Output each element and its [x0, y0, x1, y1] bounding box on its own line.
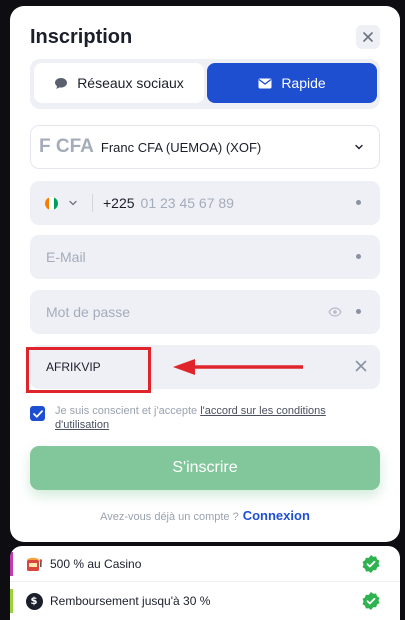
signup-method-tabs: Réseaux sociaux Rapide — [30, 59, 380, 109]
checkmark-icon — [32, 409, 43, 418]
required-dot-icon — [356, 200, 361, 205]
coin-icon: $ — [24, 591, 44, 611]
bonus-item-cashback[interactable]: $ Remboursement jusqu'à 30 % — [10, 583, 400, 619]
registration-modal: Inscription Réseaux sociaux Rapide F CFA… — [10, 6, 400, 542]
bonus-label: 500 % au Casino — [50, 557, 142, 571]
tab-social-networks[interactable]: Réseaux sociaux — [34, 63, 204, 103]
chevron-down-icon[interactable] — [68, 198, 78, 208]
envelope-icon — [258, 78, 272, 88]
divider — [92, 194, 93, 212]
phone-field: +225 — [30, 181, 380, 225]
chevron-down-icon — [355, 144, 363, 150]
close-icon — [363, 32, 373, 42]
signup-submit-button[interactable]: S'inscrire — [30, 446, 380, 490]
currency-name: Franc CFA (UEMOA) (XOF) — [100, 139, 262, 155]
ivory-coast-flag-icon[interactable] — [45, 196, 58, 210]
required-dot-icon — [356, 309, 361, 314]
password-field — [30, 290, 380, 334]
login-link[interactable]: Connexion — [243, 508, 310, 523]
email-field — [30, 235, 380, 279]
chat-bubble-icon — [55, 77, 68, 89]
consent-text: Je suis conscient et j'accepte — [55, 405, 201, 417]
required-dot-icon — [356, 254, 361, 259]
bonus-accent-bar — [10, 552, 13, 576]
email-input[interactable] — [46, 249, 316, 265]
slot-machine-icon — [24, 554, 44, 574]
eye-icon[interactable] — [328, 305, 342, 319]
login-question: Avez-vous déjà un compte ? — [100, 511, 239, 523]
verified-check-icon — [362, 555, 380, 573]
bonus-label: Remboursement jusqu'à 30 % — [50, 594, 211, 608]
terms-consent: Je suis conscient et j'accepte l'accord … — [30, 404, 360, 432]
close-button[interactable] — [356, 25, 380, 49]
login-prompt: Avez-vous déjà un compte ? Connexion — [10, 508, 400, 523]
annotation-highlight-box — [26, 347, 151, 393]
currency-select[interactable]: F CFA Franc CFA (UEMOA) (XOF) — [30, 125, 380, 169]
bonus-list: 500 % au Casino $ Remboursement jusqu'à … — [10, 546, 400, 620]
dial-code: +225 — [103, 195, 135, 211]
tab-quick-label: Rapide — [281, 75, 326, 91]
tab-quick[interactable]: Rapide — [207, 63, 377, 103]
terms-checkbox[interactable] — [30, 406, 45, 421]
verified-check-icon — [362, 592, 380, 610]
phone-input[interactable] — [140, 195, 331, 211]
bonus-item-casino[interactable]: 500 % au Casino — [10, 546, 400, 582]
tab-social-label: Réseaux sociaux — [77, 75, 184, 91]
clear-icon[interactable] — [354, 359, 368, 373]
currency-code: F CFA — [39, 136, 94, 157]
password-input[interactable] — [46, 304, 286, 320]
bonus-accent-bar — [10, 589, 13, 613]
annotation-arrow-icon — [173, 359, 303, 375]
modal-title: Inscription — [30, 26, 133, 48]
